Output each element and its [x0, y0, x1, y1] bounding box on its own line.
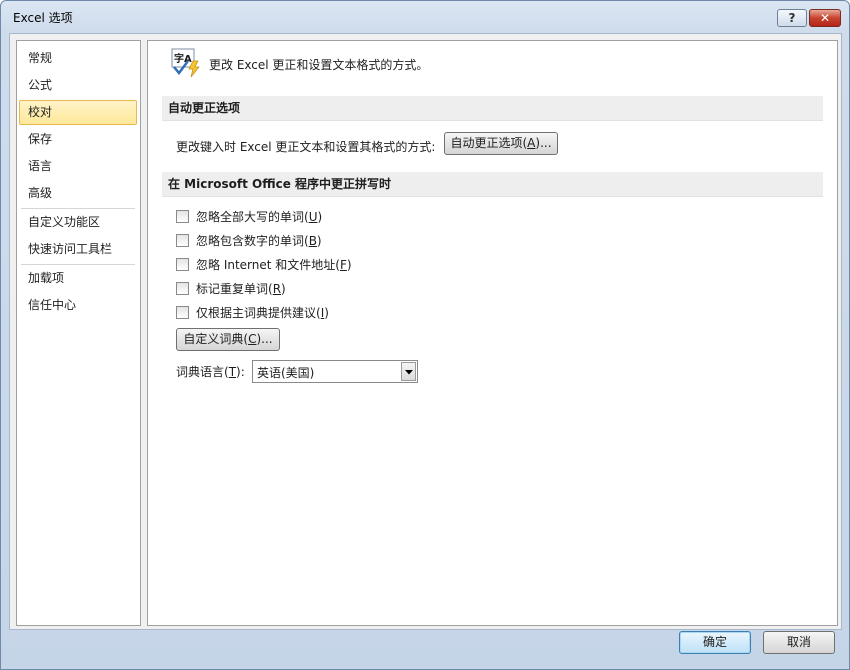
autocorrect-options-button[interactable]: 自动更正选项(A)...	[444, 132, 558, 155]
sidebar-item-formulas[interactable]: 公式	[19, 73, 137, 98]
autocorrect-button-suffix: )...	[535, 136, 552, 150]
option-text: 忽略全部大写的单词(	[196, 210, 309, 224]
option-suffix: )	[316, 234, 322, 248]
option-text: 标记重复单词(	[196, 282, 273, 296]
spelling-section-header: 在 Microsoft Office 程序中更正拼写时	[162, 172, 823, 197]
sidebar-divider	[21, 208, 135, 209]
ignore-numbers-checkbox[interactable]	[176, 234, 189, 247]
main-dictionary-only-checkbox[interactable]	[176, 306, 189, 319]
option-suffix: )	[317, 210, 323, 224]
option-accesskey: R	[272, 282, 282, 296]
dict-lang-accesskey: T	[228, 365, 237, 379]
flag-repeated-words-label[interactable]: 标记重复单词(R)	[196, 280, 286, 297]
autocorrect-button-label: 自动更正选项(	[450, 136, 528, 150]
ignore-uppercase-checkbox[interactable]	[176, 210, 189, 223]
ignore-internet-addresses-label[interactable]: 忽略 Internet 和文件地址(F)	[196, 256, 352, 273]
dict-lang-text: 词典语言(	[176, 365, 229, 379]
autocorrect-section-header: 自动更正选项	[162, 96, 823, 121]
close-button[interactable]: ✕	[809, 9, 841, 27]
help-button[interactable]: ?	[777, 9, 807, 27]
main-dictionary-only-label[interactable]: 仅根据主词典提供建议(I)	[196, 304, 329, 321]
flag-repeated-words-checkbox[interactable]	[176, 282, 189, 295]
sidebar-item-advanced[interactable]: 高级	[19, 181, 137, 206]
sidebar-item-add-ins[interactable]: 加载项	[19, 266, 137, 291]
sidebar-divider	[21, 264, 135, 265]
custom-dictionaries-button[interactable]: 自定义词典(C)...	[176, 328, 280, 351]
dictionary-language-value: 英语(美国)	[257, 366, 315, 380]
sidebar-item-general[interactable]: 常规	[19, 46, 137, 71]
option-accesskey: F	[339, 258, 347, 272]
excel-options-dialog: Excel 选项 ? ✕ 常规 公式 校对 保存 语言 高级 自定义功能区 快速…	[0, 0, 850, 670]
sidebar: 常规 公式 校对 保存 语言 高级 自定义功能区 快速访问工具栏 加载项 信任中…	[16, 40, 141, 626]
custom-dict-button-suffix: )...	[256, 332, 273, 346]
option-suffix: )	[324, 306, 329, 320]
icon-glyph-text: 字A	[174, 52, 192, 65]
dictionary-language-label: 词典语言(T):	[176, 363, 245, 380]
option-text: 忽略包含数字的单词(	[196, 234, 309, 248]
option-text: 仅根据主词典提供建议(	[196, 306, 321, 320]
sidebar-item-proofing[interactable]: 校对	[19, 100, 137, 125]
sidebar-item-quick-access-toolbar[interactable]: 快速访问工具栏	[19, 237, 137, 262]
option-suffix: )	[346, 258, 352, 272]
sidebar-item-customize-ribbon[interactable]: 自定义功能区	[19, 210, 137, 235]
sidebar-item-language[interactable]: 语言	[19, 154, 137, 179]
title-bar[interactable]: Excel 选项 ? ✕	[1, 1, 849, 35]
dict-lang-suffix: ):	[236, 365, 245, 379]
autocorrect-description: 更改键入时 Excel 更正文本和设置其格式的方式:	[176, 140, 436, 154]
proofing-panel: 字A 更改 Excel 更正和设置文本格式的方式。 自动更正选项 更改键入时 E…	[147, 40, 838, 626]
panel-description: 更改 Excel 更正和设置文本格式的方式。	[209, 58, 429, 72]
window-title: Excel 选项	[13, 11, 73, 25]
ignore-numbers-label[interactable]: 忽略包含数字的单词(B)	[196, 232, 322, 249]
proofing-abc-check-icon: 字A	[171, 48, 201, 78]
option-suffix: )	[281, 282, 286, 296]
custom-dict-button-label: 自定义词典(	[183, 332, 249, 346]
option-accesskey: B	[308, 234, 317, 248]
dropdown-arrow-icon[interactable]	[401, 362, 416, 381]
ok-button[interactable]: 确定	[679, 631, 751, 654]
ignore-internet-addresses-checkbox[interactable]	[176, 258, 189, 271]
dictionary-language-select[interactable]: 英语(美国)	[252, 360, 418, 383]
cancel-button[interactable]: 取消	[763, 631, 835, 654]
dialog-body: 常规 公式 校对 保存 语言 高级 自定义功能区 快速访问工具栏 加载项 信任中…	[9, 33, 842, 630]
option-text: 忽略 Internet 和文件地址(	[196, 258, 340, 272]
sidebar-item-save[interactable]: 保存	[19, 127, 137, 152]
ignore-uppercase-label[interactable]: 忽略全部大写的单词(U)	[196, 208, 322, 225]
sidebar-item-trust-center[interactable]: 信任中心	[19, 293, 137, 318]
